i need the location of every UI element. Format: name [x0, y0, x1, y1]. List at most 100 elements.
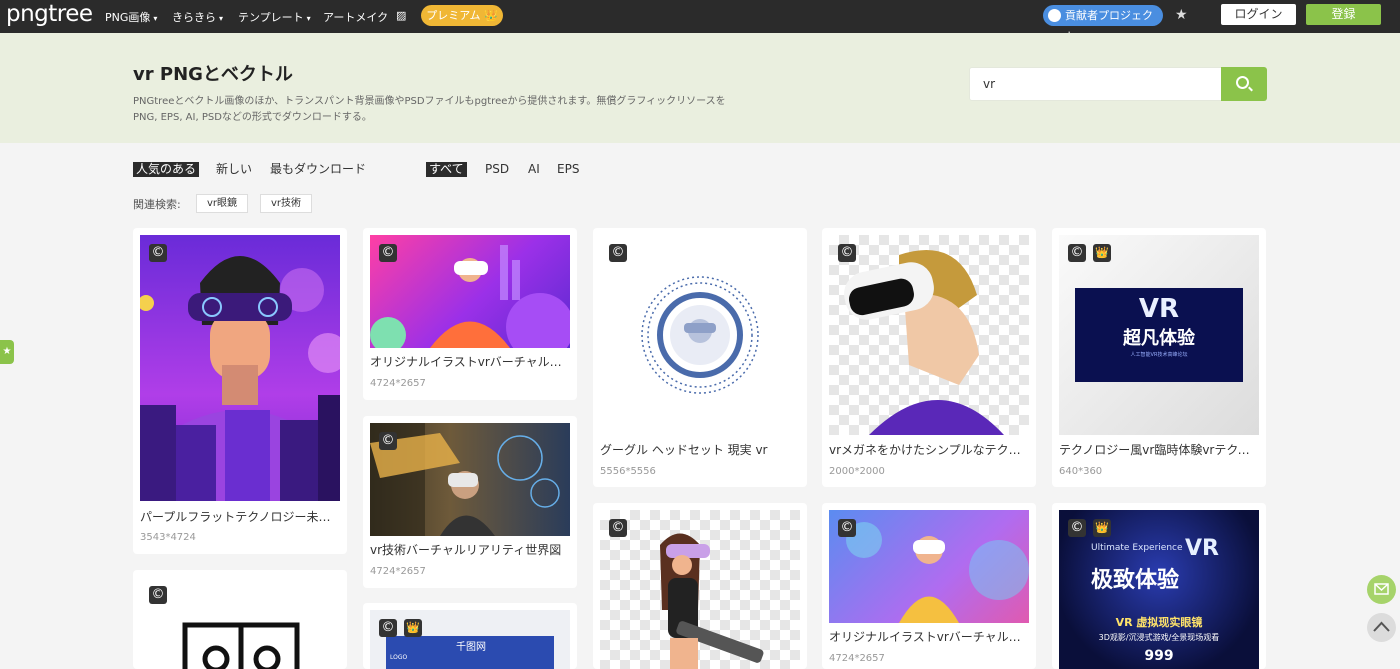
result-card[interactable]: © パープルフラットテクノロジー未… 3543*4724: [133, 228, 347, 554]
card-size: 4724*2657: [829, 653, 885, 664]
poster-product-name: VR 虚拟现实眼镜: [1115, 616, 1203, 629]
result-card[interactable]: Ultimate Experience VR 极致体验 VR 虚拟现实眼镜 3D…: [1052, 503, 1266, 669]
card-size: 640*360: [1059, 466, 1103, 477]
card-image[interactable]: [370, 235, 574, 361]
card-image[interactable]: [370, 423, 570, 536]
copyright-icon: ©: [838, 519, 856, 537]
card-image[interactable]: [600, 510, 800, 669]
copyright-icon: ©: [149, 244, 167, 262]
result-card[interactable]: 千图网 LOGO © 👑: [363, 603, 577, 669]
poster-vr-text: VR: [1185, 536, 1219, 561]
crown-icon: 👑: [1093, 244, 1111, 262]
copyright-icon: ©: [149, 586, 167, 604]
mail-button[interactable]: [1367, 575, 1396, 604]
contributor-button[interactable]: 貢献者プロジェクト: [1043, 5, 1163, 43]
vr-poster: VR 超凡体验 人工智能VR技术高峰论坛: [1075, 288, 1243, 382]
top-navbar: pngtree PNG画像 ▾ きらきら ▾ テンプレート ▾ アートメイク ▨ プレ…: [0, 0, 1400, 43]
nav-templates[interactable]: テンプレート ▾: [238, 9, 311, 25]
star-icon[interactable]: ★: [1175, 7, 1188, 23]
card-size: 2000*2000: [829, 466, 885, 477]
result-card[interactable]: ©: [593, 503, 807, 669]
register-button[interactable]: 登録: [1306, 4, 1381, 25]
card-size: 4724*2657: [370, 566, 426, 577]
card-title[interactable]: オリジナルイラストvrバーチャル…: [829, 628, 1029, 645]
hero-banner: vr PNGとベクトル PNGtreeとベクトル画像のほか、トランスパント背景画…: [0, 33, 1400, 143]
poster-features: 3D观影/沉浸式游戏/全景现场观看: [1098, 633, 1220, 642]
filter-eps[interactable]: EPS: [554, 162, 582, 177]
poster-vr-text: VR: [1138, 294, 1180, 324]
copyright-icon: ©: [1068, 244, 1086, 262]
filter-psd[interactable]: PSD: [482, 162, 512, 177]
result-card[interactable]: © グーグル ヘッドセット 現実 vr 5556*5556: [593, 228, 807, 487]
result-card[interactable]: © オリジナルイラストvrバーチャル… 4724*2657: [822, 503, 1036, 669]
banner-logo: LOGO: [390, 654, 408, 661]
poster-price: 999: [1144, 648, 1174, 664]
card-size: 5556*5556: [600, 466, 656, 477]
nav-gallery-icon[interactable]: ▨: [396, 9, 406, 22]
search-icon: [1236, 76, 1249, 89]
vr-woman-illustration: [138, 256, 347, 501]
mail-icon: [1374, 583, 1389, 595]
search-box: [969, 67, 1267, 101]
page-title: vr PNGとベクトル: [133, 64, 293, 85]
card-image[interactable]: [138, 235, 347, 501]
card-image[interactable]: Ultimate Experience VR 极致体验 VR 虚拟现实眼镜 3D…: [1059, 510, 1259, 669]
search-button[interactable]: [1221, 67, 1267, 101]
filter-most-downloaded[interactable]: 最もダウンロード: [267, 162, 369, 177]
vr-headset-logo-icon: [641, 276, 759, 394]
chevron-down-icon: ▾: [219, 14, 224, 23]
premium-button[interactable]: プレミアム 👑: [421, 5, 503, 26]
filter-popular[interactable]: 人気のある: [133, 162, 200, 177]
cloud-upload-icon: [1048, 9, 1061, 22]
card-title[interactable]: オリジナルイラストvrバーチャル…: [370, 353, 570, 370]
result-card[interactable]: © vr技術バーチャルリアリティ世界図 4724*2657: [363, 416, 577, 588]
back-to-top-button[interactable]: [1367, 613, 1396, 642]
poster-eyebrow: Ultimate Experience: [1091, 543, 1183, 553]
copyright-icon: ©: [379, 244, 397, 262]
filter-new[interactable]: 新しい: [213, 162, 255, 177]
favorite-side-tab[interactable]: ★: [0, 340, 14, 364]
card-image[interactable]: VR 超凡体验 人工智能VR技术高峰论坛: [1059, 235, 1259, 435]
vr-girl-jellyfish-illustration: [846, 522, 1029, 623]
card-title[interactable]: グーグル ヘッドセット 現実 vr: [600, 441, 800, 458]
result-card[interactable]: VR 超凡体验 人工智能VR技术高峰论坛 © 👑 テクノロジー風vr臨時体験vr…: [1052, 228, 1266, 487]
nav-kirakira[interactable]: きらきら ▾: [172, 9, 223, 25]
related-tag[interactable]: vr眼鏡: [196, 194, 249, 213]
copyright-icon: ©: [1068, 519, 1086, 537]
card-image[interactable]: [829, 510, 1029, 623]
chevron-down-icon: ▾: [306, 14, 311, 23]
filter-all[interactable]: すべて: [426, 162, 467, 177]
card-image[interactable]: 千图网 LOGO: [370, 610, 570, 669]
filter-ai[interactable]: AI: [525, 162, 543, 177]
card-title[interactable]: vr技術バーチャルリアリティ世界図: [370, 541, 570, 558]
vr-glasses-outline-icon: [182, 622, 300, 669]
nav-png-images[interactable]: PNG画像 ▾: [105, 9, 157, 25]
poster-chinese-title: 超凡体验: [1123, 328, 1195, 349]
copyright-icon: ©: [379, 432, 397, 450]
result-card[interactable]: ©: [133, 570, 347, 669]
chevron-down-icon: ▾: [153, 14, 158, 23]
nav-art-make[interactable]: アートメイク: [323, 9, 388, 25]
card-image[interactable]: [829, 235, 1029, 435]
related-tag[interactable]: vr技術: [260, 194, 313, 213]
logo[interactable]: pngtree: [6, 1, 93, 27]
login-button[interactable]: ログイン: [1221, 4, 1296, 25]
card-image[interactable]: [600, 235, 800, 435]
result-card[interactable]: © オリジナルイラストvrバーチャル… 4724*2657: [363, 228, 577, 400]
banner-poster: 千图网 LOGO: [386, 636, 554, 669]
card-title[interactable]: vrメガネをかけたシンプルなテク…: [829, 441, 1029, 458]
card-title[interactable]: パープルフラットテクノロジー未…: [140, 508, 340, 525]
copyright-icon: ©: [838, 244, 856, 262]
card-title[interactable]: テクノロジー風vr臨時体験vrテクノ…: [1059, 441, 1259, 458]
crown-icon: 👑: [404, 619, 422, 637]
banner-title: 千图网: [456, 642, 486, 653]
card-size: 3543*4724: [140, 532, 196, 543]
vr-man-illustration: [370, 423, 560, 536]
card-image[interactable]: [140, 577, 340, 669]
vr-boy-illustration: [844, 250, 1004, 435]
crown-icon: 👑: [1093, 519, 1111, 537]
result-card[interactable]: © vrメガネをかけたシンプルなテク… 2000*2000: [822, 228, 1036, 487]
page-description: PNGtreeとベクトル画像のほか、トランスパント背景画像やPSDファイルもpg…: [133, 96, 726, 123]
search-input[interactable]: [970, 68, 1222, 100]
vr-girl-illustration: [370, 245, 574, 361]
